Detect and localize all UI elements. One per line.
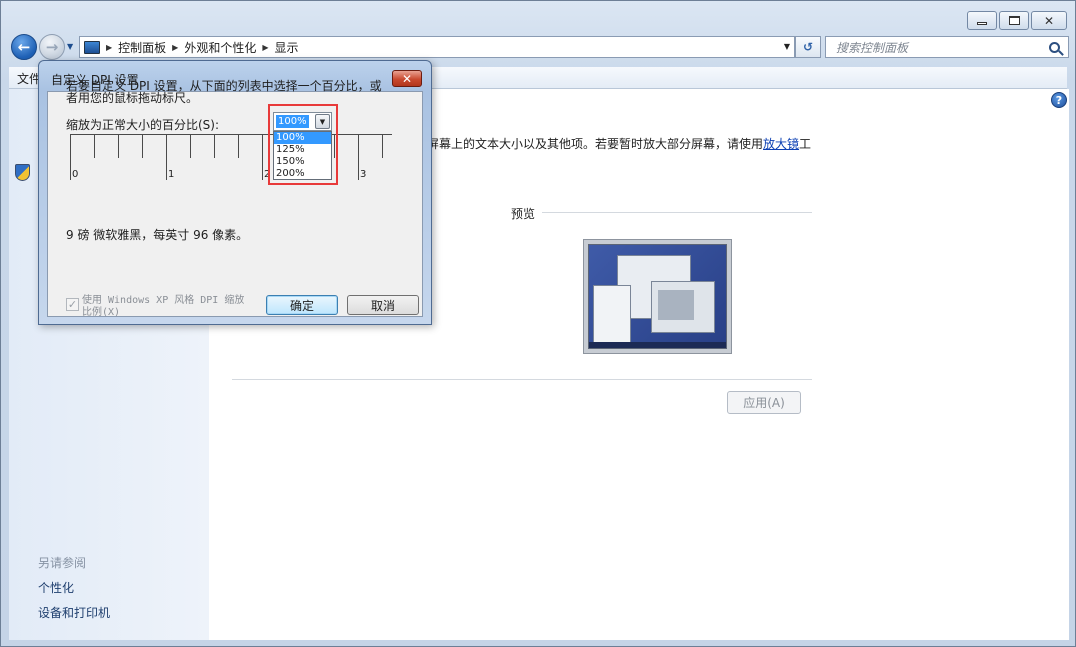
recent-pages-dropdown[interactable]: ▼ <box>67 42 73 51</box>
close-icon: ✕ <box>1043 13 1055 28</box>
forward-arrow-icon: → <box>45 38 59 56</box>
refresh-button[interactable]: ↺ <box>795 36 821 58</box>
xp-style-scaling-label: 使用 Windows XP 风格 DPI 缩放比例(X) <box>82 295 245 318</box>
font-size-info: 9 磅 微软雅黑，每英寸 96 像素。 <box>66 228 249 242</box>
close-icon: ✕ <box>401 71 413 86</box>
search-input[interactable]: 搜索控制面板 <box>836 39 1049 56</box>
breadcrumb-appearance[interactable]: 外观和个性化 <box>184 39 256 56</box>
ruler-tick <box>166 134 167 180</box>
ruler-tick <box>94 134 95 158</box>
display-description: 屏幕上的文本大小以及其他项。若要暂时放大部分屏幕，请使用放大镜工 <box>427 135 811 152</box>
ruler-tick <box>262 134 263 180</box>
annotation-highlight-frame <box>268 104 338 185</box>
content-divider <box>232 379 812 380</box>
preview-window <box>593 285 631 345</box>
description-tail: 工 <box>799 137 812 151</box>
control-panel-icon <box>84 40 100 54</box>
ruler-tick <box>358 134 359 180</box>
ruler-tick <box>238 134 239 158</box>
apply-button[interactable]: 应用(A) <box>727 391 801 414</box>
forward-button[interactable]: → <box>39 34 65 60</box>
search-box[interactable]: 搜索控制面板 <box>825 36 1069 58</box>
checkbox-check-icon: ✓ <box>66 298 79 311</box>
ruler-label-1: 1 <box>168 169 175 180</box>
dialog-body: 若要自定义 DPI 设置，从下面的列表中选择一个百分比，或者用您的鼠标拖动标尺。… <box>47 80 423 318</box>
minimize-button[interactable] <box>967 11 997 30</box>
scale-percentage-label: 缩放为正常大小的百分比(S): <box>66 118 220 132</box>
close-window-button[interactable]: ✕ <box>1031 11 1067 30</box>
help-icon[interactable]: ? <box>1051 92 1067 108</box>
minimize-icon <box>977 22 987 25</box>
preview-window <box>651 281 715 333</box>
cancel-button[interactable]: 取消 <box>347 295 419 315</box>
back-arrow-icon: ← <box>17 38 31 56</box>
maximize-button[interactable] <box>999 11 1029 30</box>
navigation-bar: ← → ▼ ▶ 控制面板 ▶ 外观和个性化 ▶ 显示 ▼ ↺ 搜索控制面板 <box>9 33 1069 61</box>
breadcrumb-display[interactable]: 显示 <box>275 39 299 56</box>
ruler-label-3: 3 <box>360 169 367 180</box>
preview-taskbar <box>589 342 726 348</box>
maximize-icon <box>1008 16 1020 25</box>
preview-divider <box>542 212 812 213</box>
see-also-heading: 另请参阅 <box>38 556 87 570</box>
uac-shield-icon <box>15 164 30 181</box>
ruler-tick <box>214 134 215 158</box>
magnifier-link[interactable]: 放大镜 <box>763 137 799 151</box>
chevron-right-icon[interactable]: ▶ <box>172 43 178 52</box>
search-icon[interactable] <box>1049 41 1060 53</box>
ruler-label-0: 0 <box>72 169 79 180</box>
back-button[interactable]: ← <box>11 34 37 60</box>
chevron-right-icon[interactable]: ▶ <box>106 43 112 52</box>
ruler-tick <box>118 134 119 158</box>
address-bar[interactable]: ▶ 控制面板 ▶ 外观和个性化 ▶ 显示 ▼ <box>79 36 795 58</box>
refresh-icon: ↺ <box>802 40 814 54</box>
description-text: 屏幕上的文本大小以及其他项。若要暂时放大部分屏幕，请使用 <box>427 137 764 151</box>
caption-buttons: ✕ <box>967 11 1067 30</box>
ruler-tick <box>142 134 143 158</box>
dpi-ruler[interactable]: 0 1 2 3 <box>70 134 392 182</box>
dialog-close-button[interactable]: ✕ <box>392 70 422 87</box>
preview-monitor-image <box>583 239 732 354</box>
dialog-instructions: 若要自定义 DPI 设置，从下面的列表中选择一个百分比，或者用您的鼠标拖动标尺。 <box>66 79 382 105</box>
preview-label: 预览 <box>511 207 536 221</box>
custom-dpi-dialog: 自定义 DPI 设置 ✕ 若要自定义 DPI 设置，从下面的列表中选择一个百分比… <box>38 60 432 325</box>
chevron-right-icon[interactable]: ▶ <box>262 43 268 52</box>
ruler-tick <box>382 134 383 158</box>
breadcrumb-control-panel[interactable]: 控制面板 <box>118 39 166 56</box>
address-dropdown-icon[interactable]: ▼ <box>784 42 790 51</box>
preview-screen <box>588 244 727 349</box>
link-personalization[interactable]: 个性化 <box>38 579 74 596</box>
ok-button[interactable]: 确定 <box>266 295 338 315</box>
ruler-tick <box>70 134 71 180</box>
link-devices-printers[interactable]: 设备和打印机 <box>38 604 110 621</box>
ruler-tick <box>190 134 191 158</box>
